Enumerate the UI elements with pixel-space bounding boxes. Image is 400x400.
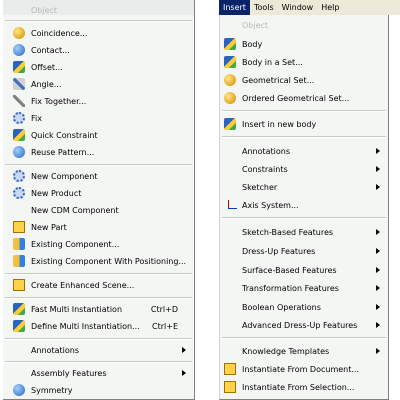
menu-item-boolean-operations[interactable]: Boolean Operations: [220, 300, 388, 315]
menu-item-offset[interactable]: Offset...: [3, 60, 194, 75]
fix-together-icon: [13, 95, 25, 107]
menu-item-ordered-geometrical-set[interactable]: Ordered Geometrical Set...: [220, 91, 388, 106]
menu-item-object: Object: [242, 21, 269, 30]
menu-bar: Insert Tools Window Help: [219, 0, 400, 15]
menubar-tools[interactable]: Tools: [250, 0, 278, 15]
menu-item-existing-component[interactable]: Existing Component...: [3, 237, 194, 252]
ordered-geometrical-set-icon: [224, 92, 236, 104]
coincidence-icon: [13, 27, 25, 39]
existing-component-icon: [13, 238, 25, 250]
menu-item-create-enhanced-scene[interactable]: Create Enhanced Scene...: [3, 278, 194, 293]
menu-item-new-part[interactable]: New Part: [3, 220, 194, 235]
menu-item-sketcher[interactable]: Sketcher: [220, 180, 388, 195]
menu-item-insert-in-new-body[interactable]: Insert in new body: [220, 117, 388, 132]
define-multi-instantiation-icon: [13, 320, 25, 332]
menu-item-axis-system[interactable]: Axis System...: [220, 198, 388, 213]
menu-separator: [5, 338, 192, 340]
menu-item-instantiate-from-document[interactable]: Instantiate From Document...: [220, 362, 388, 377]
menu-item-sketch-based-features[interactable]: Sketch-Based Features: [220, 225, 388, 240]
menu-separator: [222, 136, 386, 138]
menu-item-angle[interactable]: Angle...: [3, 77, 194, 92]
menu-item-new-cdm-component[interactable]: New CDM Component: [3, 203, 194, 218]
angle-icon: [13, 78, 25, 90]
menu-item-fix-together[interactable]: Fix Together...: [3, 94, 194, 109]
axis-system-icon: [226, 199, 238, 211]
menu-separator: [5, 361, 192, 363]
instantiate-document-icon: [224, 363, 236, 375]
menu-item-define-multi-instantiation[interactable]: Define Multi Instantiation... Ctrl+E: [3, 319, 194, 334]
menu-item-geometrical-set[interactable]: Geometrical Set...: [220, 73, 388, 88]
menu-item-reuse-pattern[interactable]: Reuse Pattern...: [3, 145, 194, 160]
body-icon: [224, 38, 236, 50]
menu-item-fix[interactable]: Fix: [3, 111, 194, 126]
enhanced-scene-icon: [13, 279, 25, 291]
menu-item-body-in-set[interactable]: Body in a Set...: [220, 55, 388, 70]
submenu-arrow-icon: [182, 370, 186, 376]
menu-item-new-component[interactable]: New Component: [3, 169, 194, 184]
submenu-arrow-icon: [376, 229, 380, 235]
submenu-arrow-icon: [376, 285, 380, 291]
menu-item-transformation-features[interactable]: Transformation Features: [220, 281, 388, 296]
new-component-icon: [13, 170, 25, 182]
menu-item-advanced-dress-up-features[interactable]: Advanced Dress-Up Features: [220, 318, 388, 333]
contact-icon: [13, 44, 25, 56]
menu-separator: [5, 164, 192, 166]
menu-item-fast-multi-instantiation[interactable]: Fast Multi Instantiation Ctrl+D: [3, 302, 194, 317]
submenu-arrow-icon: [376, 248, 380, 254]
geometrical-set-icon: [224, 74, 236, 86]
menu-item-annotations[interactable]: Annotations: [220, 144, 388, 159]
menu-item-dress-up-features[interactable]: Dress-Up Features: [220, 244, 388, 259]
menu-item-new-product[interactable]: New Product: [3, 186, 194, 201]
part-insert-menu: Object Body Body in a Set... Geometrical…: [219, 15, 389, 400]
menu-item-coincidence[interactable]: Coincidence...: [3, 26, 194, 41]
menu-item-surface-based-features[interactable]: Surface-Based Features: [220, 263, 388, 278]
menu-item-annotations[interactable]: Annotations: [3, 343, 194, 358]
offset-icon: [13, 61, 25, 73]
menu-item-existing-component-positioning[interactable]: Existing Component With Positioning...: [3, 254, 194, 269]
fast-multi-instantiation-icon: [13, 303, 25, 315]
quick-constraint-icon: [13, 129, 25, 141]
menubar-help[interactable]: Help: [317, 0, 343, 15]
submenu-arrow-icon: [376, 184, 380, 190]
menu-separator: [222, 110, 386, 112]
submenu-arrow-icon: [376, 304, 380, 310]
instantiate-selection-icon: [224, 381, 236, 393]
menu-separator: [5, 297, 192, 299]
menu-separator: [222, 337, 386, 339]
body-in-set-icon: [224, 56, 236, 68]
menu-item-object: Object: [31, 6, 58, 15]
existing-component-positioning-icon: [13, 255, 25, 267]
menu-item-quick-constraint[interactable]: Quick Constraint: [3, 128, 194, 143]
menu-item-body[interactable]: Body: [220, 37, 388, 52]
new-part-icon: [13, 221, 25, 233]
submenu-arrow-icon: [376, 267, 380, 273]
assembly-insert-menu: Object Coincidence... Contact... Offset.…: [3, 0, 195, 400]
new-product-icon: [13, 187, 25, 199]
submenu-arrow-icon: [376, 166, 380, 172]
reuse-pattern-icon: [13, 146, 25, 158]
submenu-arrow-icon: [376, 148, 380, 154]
menu-separator: [5, 20, 192, 22]
submenu-arrow-icon: [376, 322, 380, 328]
menu-item-contact[interactable]: Contact...: [3, 43, 194, 58]
menu-item-assembly-features[interactable]: Assembly Features: [3, 366, 194, 381]
symmetry-icon: [13, 384, 25, 396]
menu-separator: [5, 273, 192, 275]
insert-new-body-icon: [224, 118, 236, 130]
menu-item-symmetry[interactable]: Symmetry: [3, 383, 194, 398]
menubar-insert[interactable]: Insert: [219, 0, 250, 15]
menubar-window[interactable]: Window: [278, 0, 318, 15]
menu-item-instantiate-from-selection[interactable]: Instantiate From Selection...: [220, 380, 388, 395]
menu-item-knowledge-templates[interactable]: Knowledge Templates: [220, 344, 388, 359]
submenu-arrow-icon: [376, 348, 380, 354]
menu-separator: [222, 217, 386, 219]
fix-icon: [13, 112, 25, 124]
submenu-arrow-icon: [182, 347, 186, 353]
menu-item-constraints[interactable]: Constraints: [220, 162, 388, 177]
